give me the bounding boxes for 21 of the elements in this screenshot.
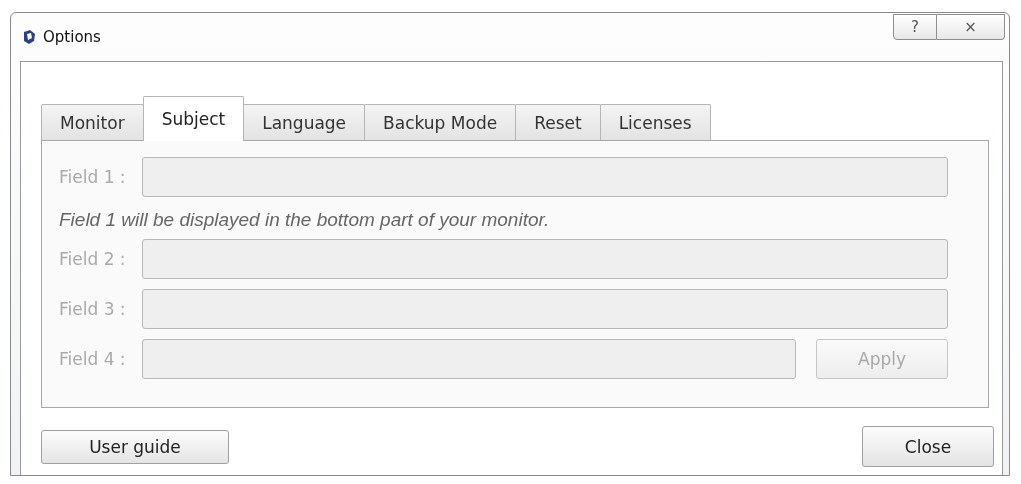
tab[interactable]: Subject: [142, 96, 245, 141]
close-dialog-button[interactable]: Close: [862, 426, 994, 467]
tab[interactable]: Reset: [515, 104, 601, 140]
field-label: Field 2 :: [59, 249, 127, 269]
tab[interactable]: Licenses: [599, 104, 711, 140]
help-button[interactable]: ?: [893, 14, 937, 40]
input-field[interactable]: [142, 157, 948, 197]
hint-text: Field 1 will be displayed in the bottom part of your monitor.: [59, 209, 551, 231]
tab[interactable]: Monitor: [41, 104, 144, 140]
input-field[interactable]: [142, 239, 948, 279]
app-icon: [21, 29, 37, 45]
field-label: Field 3 :: [59, 299, 127, 319]
input-field[interactable]: [142, 339, 796, 379]
field-label: Field 4 :: [59, 349, 127, 369]
close-button[interactable]: ×: [937, 14, 1005, 40]
input-field[interactable]: [142, 289, 948, 329]
tab[interactable]: Language: [243, 104, 366, 140]
field-label: Field 1 :: [59, 167, 127, 187]
user-guide-button[interactable]: User guide: [41, 429, 229, 464]
tab[interactable]: Backup Mode: [364, 104, 517, 140]
window-title: Options: [43, 28, 101, 46]
